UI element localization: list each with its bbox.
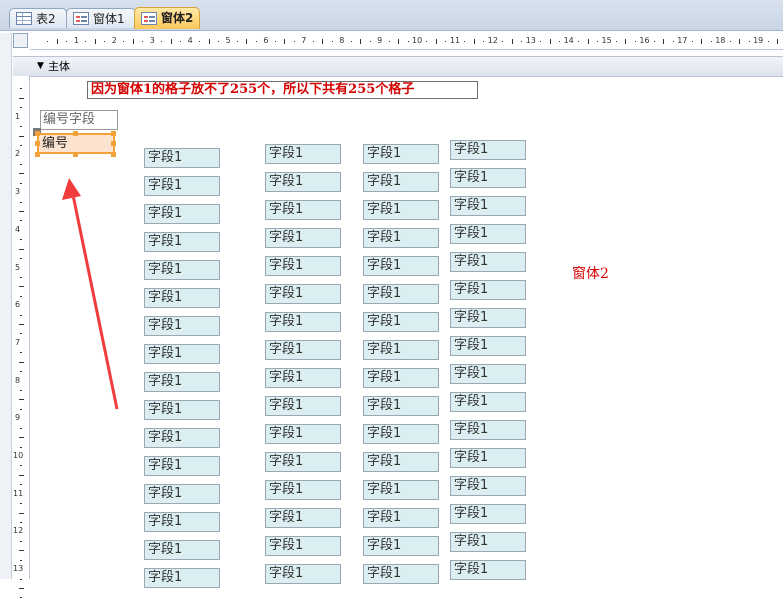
- resize-handle[interactable]: [35, 152, 40, 157]
- resize-handle[interactable]: [73, 152, 78, 157]
- ruler-tick: [20, 579, 22, 580]
- ruler-tick: [19, 588, 24, 589]
- resize-handle[interactable]: [111, 131, 116, 136]
- resize-handle[interactable]: [111, 141, 116, 146]
- resize-handle[interactable]: [35, 131, 40, 136]
- arrow-shaft: [71, 194, 119, 410]
- resize-handle[interactable]: [73, 131, 78, 136]
- arrow-head: [62, 178, 81, 200]
- annotation-arrow: [62, 178, 119, 410]
- resize-handle[interactable]: [111, 152, 116, 157]
- resize-handle[interactable]: [35, 141, 40, 146]
